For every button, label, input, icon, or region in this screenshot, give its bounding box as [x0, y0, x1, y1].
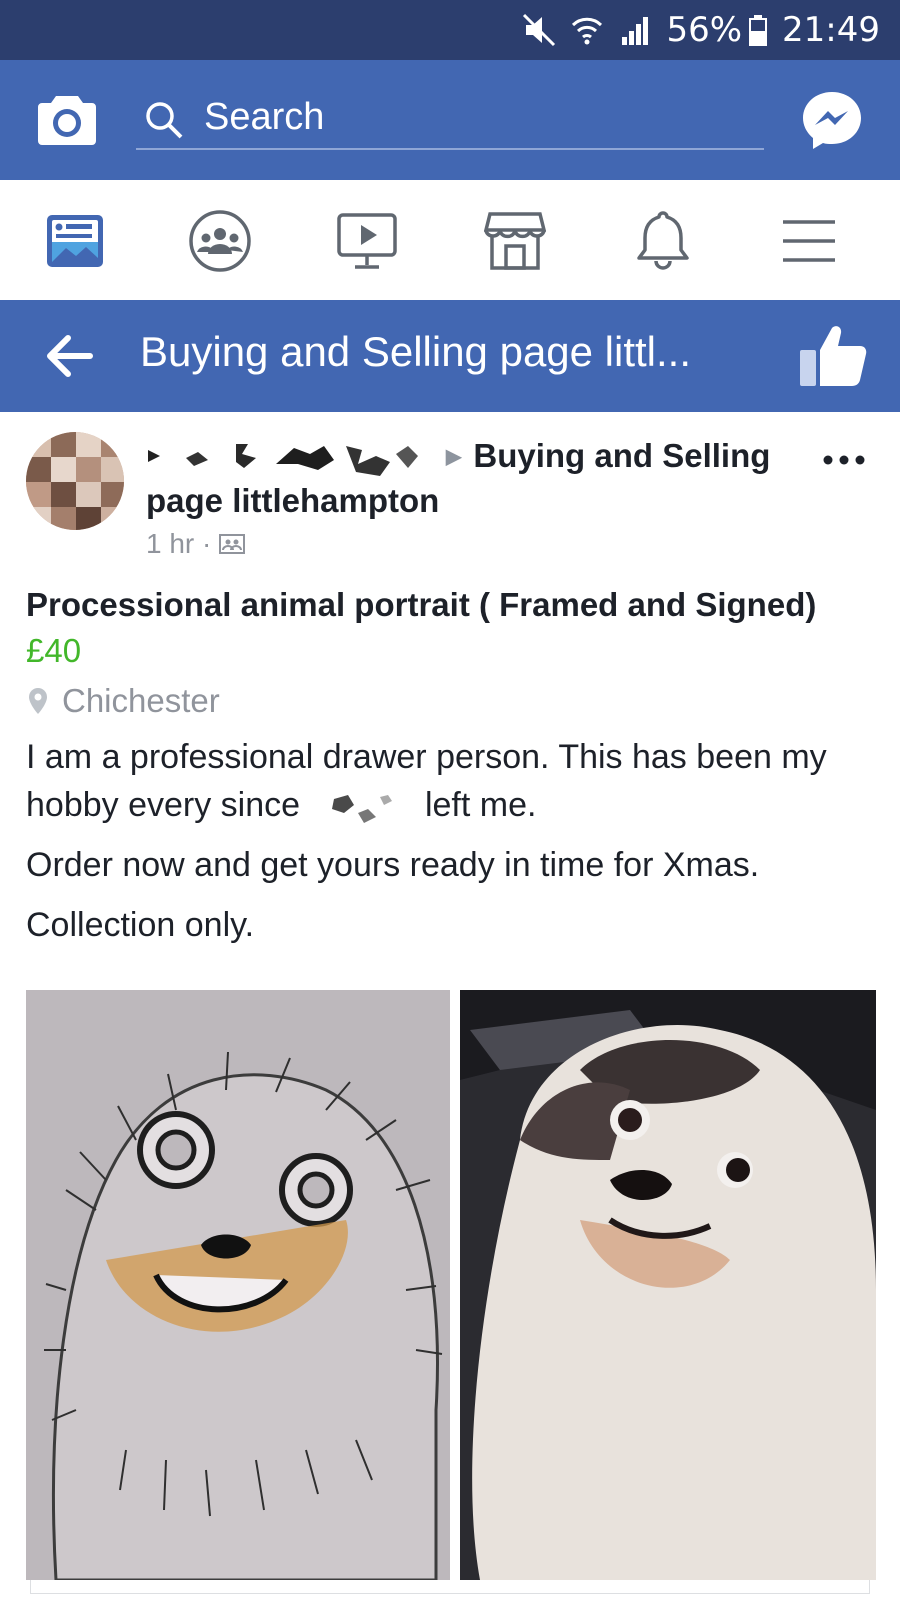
tab-menu[interactable] [776, 208, 842, 274]
group-name-link[interactable]: Buying and Selling [473, 437, 770, 475]
like-icon [800, 326, 867, 386]
marketplace-icon [484, 212, 546, 270]
wifi-icon [570, 13, 604, 47]
post-divider [30, 1580, 870, 1594]
post-author-line: ▶ Buying and Selling [146, 436, 770, 476]
groups-icon [189, 210, 251, 272]
location-pin-icon [29, 688, 47, 714]
watch-icon [337, 213, 397, 269]
listing-price: £40 [26, 632, 82, 669]
listing-location: Chichester [26, 682, 220, 720]
drawing-photo[interactable] [26, 990, 450, 1580]
menu-icon [783, 220, 835, 262]
camera-button[interactable] [36, 92, 98, 148]
members-audience-icon [219, 534, 246, 554]
post-body-line-2-start: hobby every since [26, 786, 301, 824]
post-body-line-4: Collection only. [26, 906, 255, 944]
tab-notifications[interactable] [630, 208, 696, 274]
battery-percent: 56% [666, 10, 743, 50]
tab-news-feed[interactable] [42, 208, 108, 274]
post-timestamp: 1 hr · [146, 528, 212, 559]
tab-marketplace[interactable] [482, 208, 548, 274]
triangle-separator-icon: ▶ [446, 445, 462, 468]
signal-icon [618, 13, 652, 47]
post-body-line-2: hobby every since left me. [26, 786, 536, 825]
messenger-icon [803, 92, 861, 149]
pixelated-avatar-image [26, 432, 124, 530]
dog-photo[interactable] [460, 990, 876, 1580]
mute-icon [522, 13, 556, 47]
search-icon [146, 102, 183, 139]
messenger-button[interactable] [800, 88, 864, 152]
post-body-line-1: I am a professional drawer person. This … [26, 738, 827, 776]
tab-groups[interactable] [187, 208, 253, 274]
post-body-line-3: Order now and get yours ready in time fo… [26, 846, 760, 884]
clock: 21:49 [782, 10, 880, 50]
avatar[interactable] [26, 432, 124, 530]
back-arrow-icon [47, 335, 93, 377]
redacted-author-name [146, 436, 436, 476]
back-button[interactable] [44, 334, 94, 378]
group-name-link-cont[interactable]: page littlehampton [146, 482, 439, 520]
group-title: Buying and Selling page littl... [140, 328, 692, 375]
redacted-word [318, 789, 408, 825]
more-options-button[interactable] [820, 448, 868, 472]
camera-icon [38, 96, 96, 145]
more-icon [823, 455, 865, 465]
like-button[interactable] [798, 322, 868, 388]
post-meta: 1 hr · [146, 528, 246, 560]
tab-watch[interactable] [334, 208, 400, 274]
tab-navigation [0, 180, 900, 301]
top-bar [0, 60, 900, 180]
search-bar[interactable] [136, 90, 764, 150]
group-header: Buying and Selling page littl... [0, 300, 900, 412]
location-text: Chichester [62, 682, 220, 719]
battery-icon [748, 13, 768, 47]
notifications-icon [637, 211, 689, 270]
news-feed-icon [47, 215, 103, 267]
listing-title: Processional animal portrait ( Framed an… [26, 586, 817, 623]
post-body-line-2-end: left me. [424, 786, 537, 824]
search-input[interactable] [204, 92, 744, 142]
status-bar: 56% 21:49 [0, 0, 900, 60]
